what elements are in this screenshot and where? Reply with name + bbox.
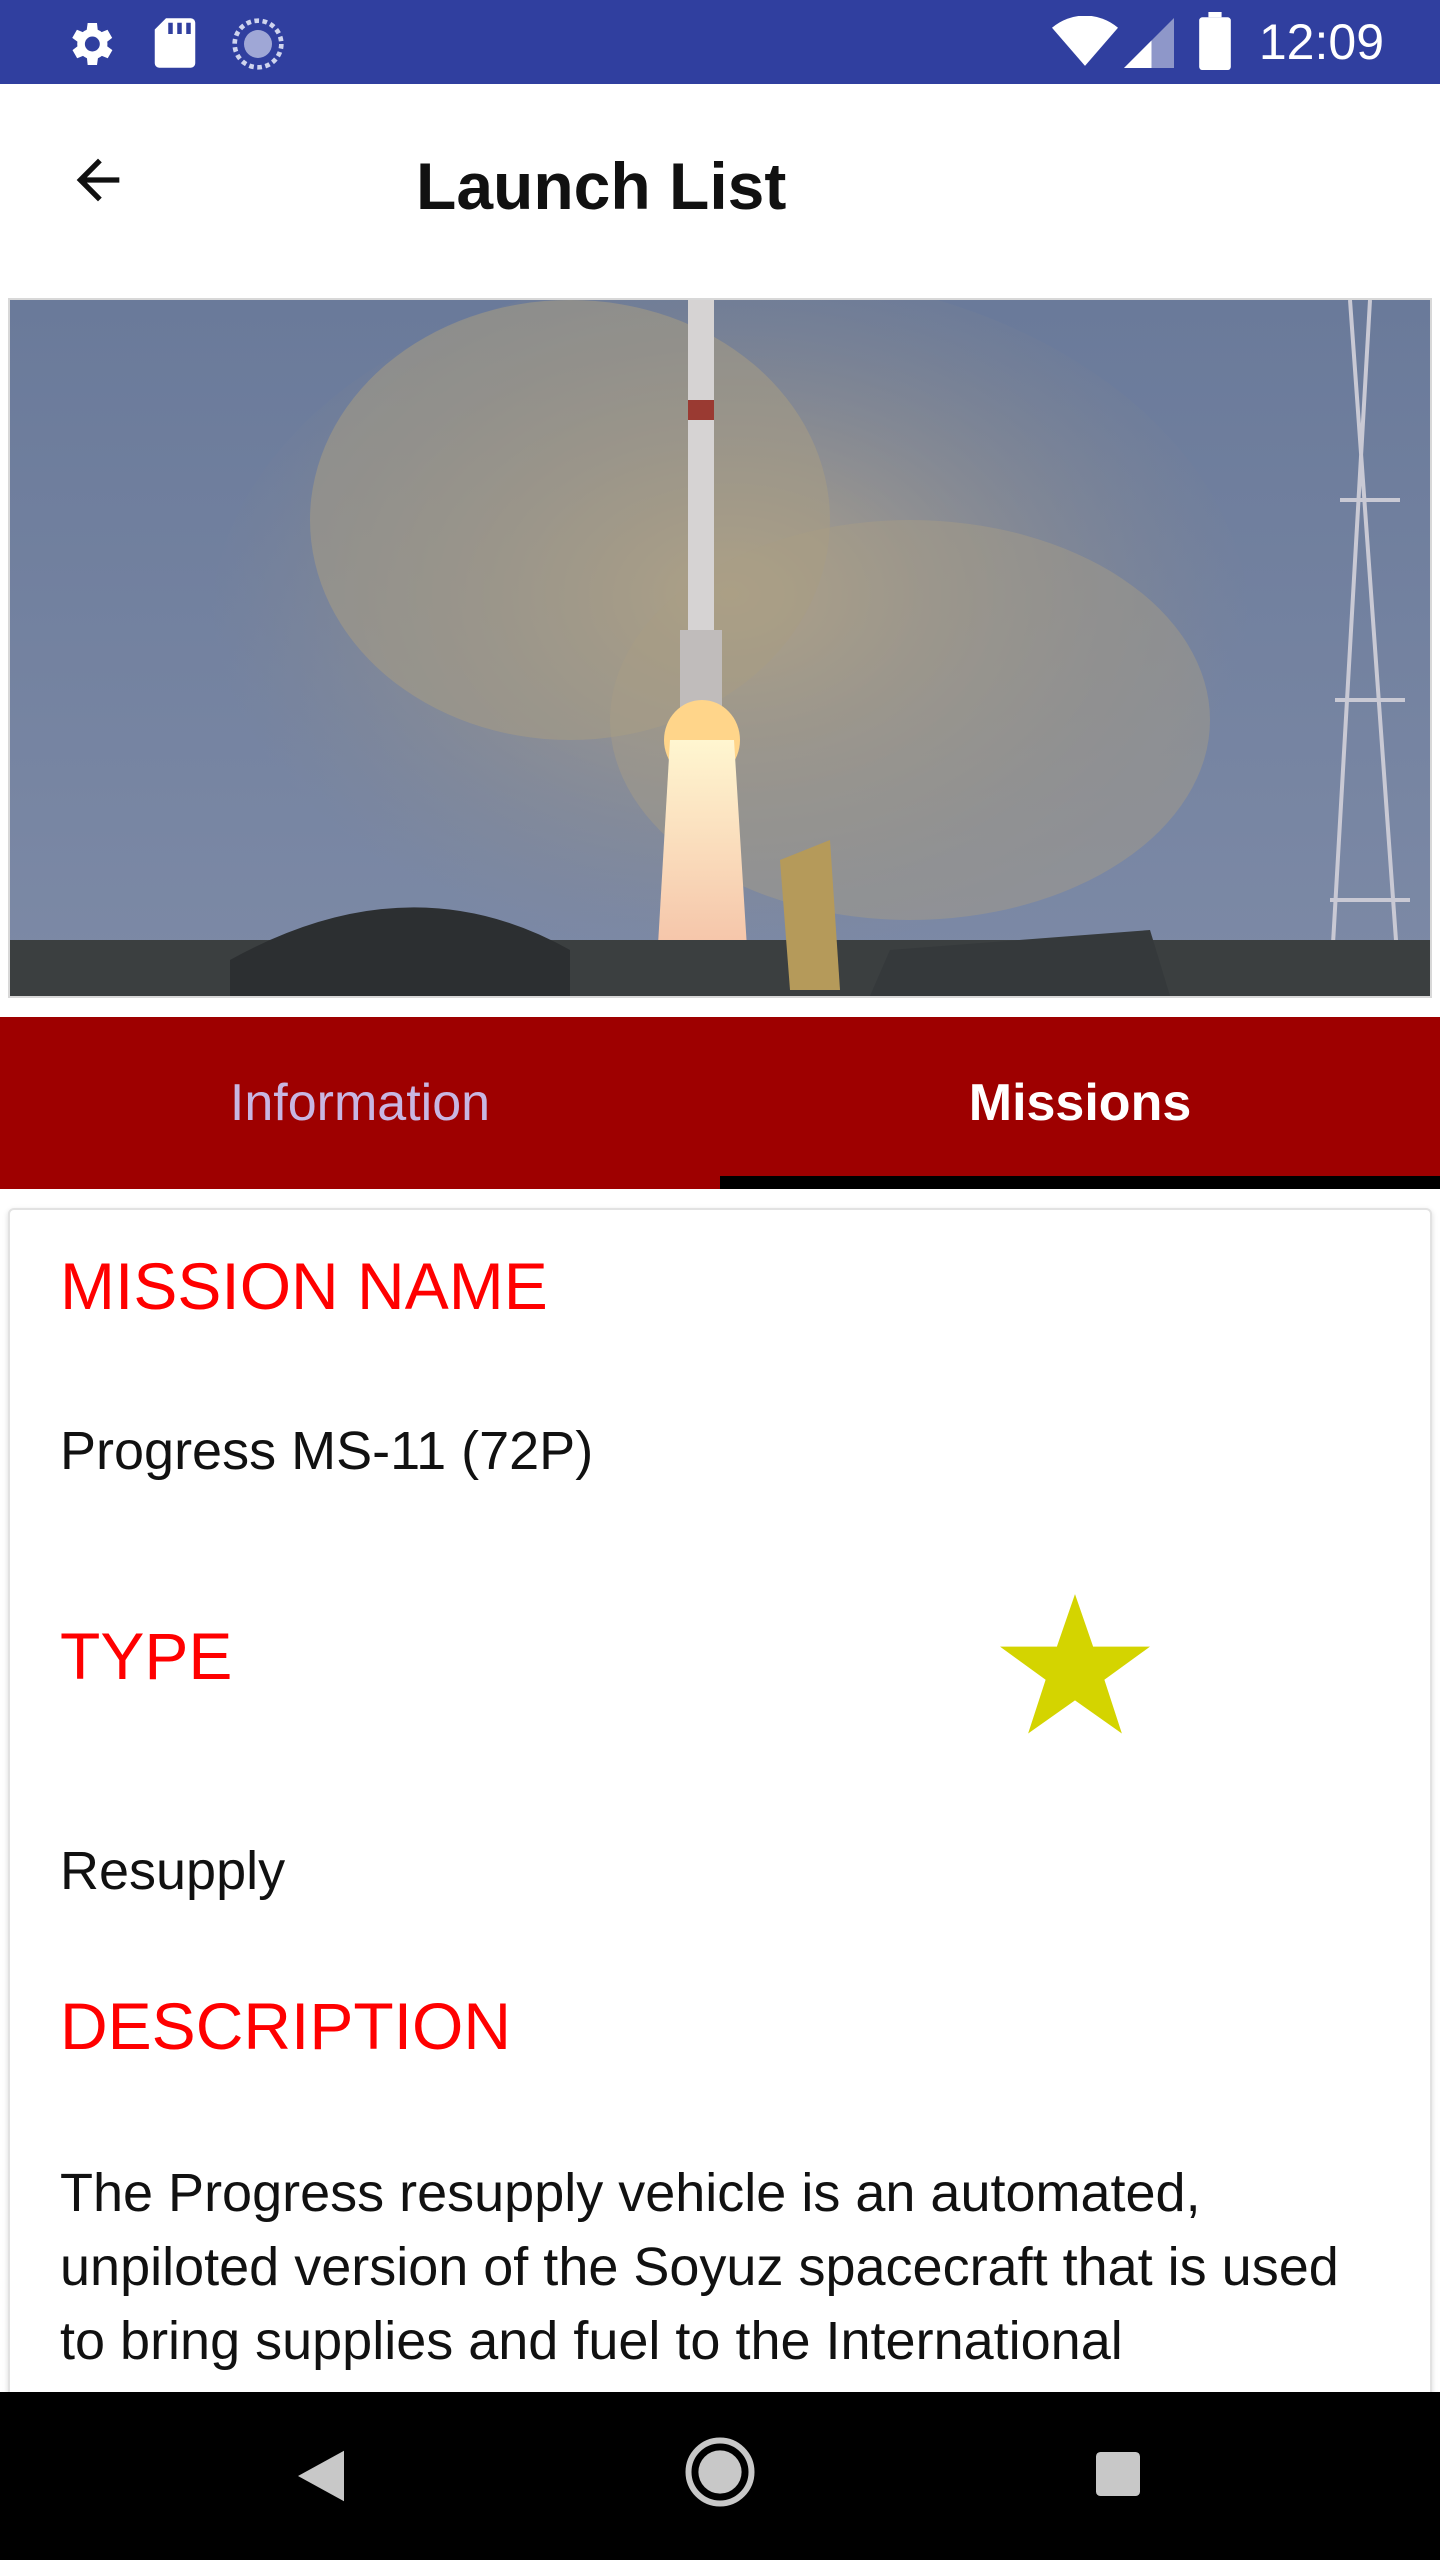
arrow-back-icon: [76, 158, 120, 202]
rocket-launch-photo: [10, 300, 1430, 996]
page-title: Launch List: [416, 149, 787, 223]
mission-type-label: TYPE: [60, 1619, 233, 1693]
back-triangle-icon[interactable]: [298, 2450, 344, 2502]
cell-signal-icon: [1124, 18, 1174, 68]
mission-description-label: DESCRIPTION: [60, 1989, 512, 2063]
app-bar: Launch List: [0, 84, 1440, 284]
tab-information-label: Information: [229, 1074, 491, 1132]
tab-missions[interactable]: Missions: [720, 1017, 1440, 1189]
sd-card-icon: [154, 18, 196, 68]
rocket-launch-image: [8, 298, 1432, 998]
settings-icon: [72, 23, 113, 65]
status-time: 12:09: [1258, 14, 1384, 70]
wifi-icon: [1052, 16, 1118, 66]
battery-icon: [1199, 12, 1231, 70]
tab-bar: Information Missions: [0, 1017, 1440, 1189]
recents-square-icon[interactable]: [1096, 2452, 1140, 2496]
home-circle-icon[interactable]: [684, 2436, 756, 2508]
tab-missions-label: Missions: [968, 1074, 1192, 1132]
tab-information[interactable]: Information: [0, 1017, 720, 1189]
navigation-bar: [0, 2392, 1440, 2560]
mission-type-value: Resupply: [60, 1841, 286, 1901]
back-button[interactable]: [50, 132, 146, 228]
mission-name-value: Progress MS-11 (72P): [60, 1421, 594, 1481]
star-icon[interactable]: [1000, 1594, 1150, 1738]
sync-icon: [232, 18, 284, 70]
tab-indicator: [720, 1176, 1440, 1189]
mission-description-text: The Progress resupply vehicle is an auto…: [60, 2163, 1339, 2371]
mission-name-label: MISSION NAME: [60, 1249, 548, 1323]
status-bar: 12:09: [0, 0, 1440, 84]
